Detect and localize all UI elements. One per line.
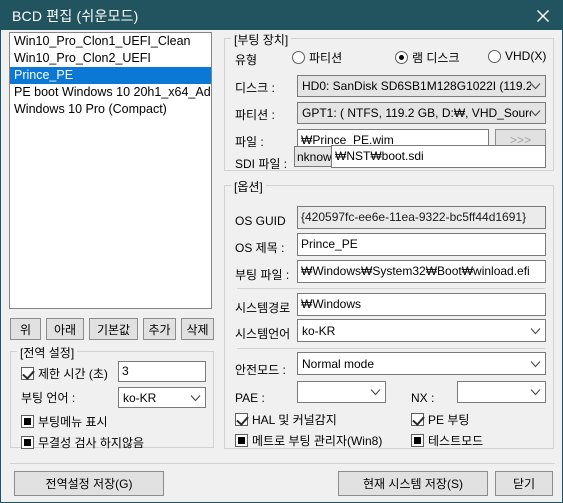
boot-file-input[interactable]: ₩Windows₩System32₩Boot₩winload.efi (297, 260, 546, 283)
safe-mode-select[interactable]: Normal mode (297, 352, 546, 375)
close-button[interactable] (522, 1, 562, 30)
list-item[interactable]: Windows 10 Pro (Compact) (10, 101, 211, 118)
partition-label: 파티션 : (235, 108, 275, 122)
checkbox-checked-icon (411, 413, 424, 426)
bcd-editor-window: BCD 편집 (쉬운모드) Win10_Pro_Clon1_UEFI_Clean… (0, 0, 563, 503)
chevron-down-icon (530, 110, 541, 117)
delete-entry-button[interactable]: 삭제 (181, 318, 214, 340)
radio-on-icon (395, 51, 408, 64)
list-item[interactable]: Win10_Pro_Clon1_UEFI_Clean (10, 33, 211, 50)
checkbox-square-icon (21, 436, 34, 449)
sdi-file-label: SDI 파일 : (235, 157, 288, 171)
disk-select[interactable]: HD0: SanDisk SD6SB1M128G1022I (119.2 GB,… (297, 75, 546, 97)
set-default-button[interactable]: 기본값 (89, 318, 138, 340)
global-settings-caption: [전역 설정] (17, 344, 78, 361)
chevron-down-icon (530, 389, 541, 396)
list-item[interactable]: PE boot Windows 10 20h1_x64_Admin (10, 84, 211, 101)
timeout-input[interactable]: 3 (118, 361, 206, 382)
options-divider-2 (237, 348, 545, 349)
os-guid-input[interactable]: {420597fc-ee6e-11ea-9322-bc5ff44d1691} (297, 206, 546, 229)
list-item[interactable]: Prince_PE (10, 67, 211, 84)
titlebar: BCD 편집 (쉬운모드) (1, 1, 562, 30)
show-boot-menu-label: 부팅메뉴 표시 (38, 415, 108, 429)
save-current-system-button[interactable]: 현재 시스템 저장(S) (338, 471, 488, 496)
checkbox-square-icon (235, 434, 248, 447)
timeout-label: 제한 시간 (초) (38, 367, 108, 381)
window-title: BCD 편집 (쉬운모드) (12, 8, 139, 24)
test-mode-label: 테스트모드 (428, 434, 484, 448)
type-vhd-radio[interactable]: VHD(X) (488, 49, 546, 63)
type-ramdisk-radio[interactable]: 램 디스크 (395, 49, 460, 66)
partition-value: GPT1: ( NTFS, 119.2 GB, D:₩, VHD_Source) (302, 106, 531, 120)
pe-boot-checkbox[interactable]: PE 부팅 (411, 411, 469, 428)
system-path-label: 시스템경로 (235, 301, 291, 315)
disk-label: 디스크 : (235, 81, 275, 95)
show-boot-menu-checkbox[interactable]: 부팅메뉴 표시 (21, 413, 108, 430)
type-vhd-label: VHD(X) (505, 49, 547, 63)
move-down-button[interactable]: 아래 (46, 318, 84, 340)
boot-language-select[interactable]: ko-KR (118, 387, 206, 408)
options-divider-1 (237, 288, 545, 289)
partition-select[interactable]: GPT1: ( NTFS, 119.2 GB, D:₩, VHD_Source) (297, 102, 546, 124)
os-title-label: OS 제목 : (235, 241, 285, 255)
close-dialog-button[interactable]: 닫기 (495, 471, 553, 496)
list-item[interactable]: Win10_Pro_Clon2_UEFI (10, 50, 211, 67)
radio-off-icon (292, 51, 305, 64)
checkbox-checked-icon (235, 413, 248, 426)
boot-language-label: 부팅 언어 : (21, 391, 76, 405)
type-partition-label: 파티션 (309, 51, 343, 65)
pae-label: PAE : (235, 391, 265, 405)
system-language-label: 시스템언어 (235, 327, 291, 341)
boot-device-caption: [부팅 장치] (231, 31, 292, 48)
pe-boot-label: PE 부팅 (428, 413, 470, 427)
file-label: 파일 : (235, 135, 264, 149)
os-title-input[interactable]: Prince_PE (297, 233, 546, 256)
nx-label: NX : (411, 391, 435, 405)
system-path-input[interactable]: ₩Windows (297, 293, 546, 316)
nx-select[interactable] (457, 381, 546, 403)
close-icon (536, 9, 550, 22)
timeout-checkbox[interactable]: 제한 시간 (초) (21, 365, 108, 382)
chevron-down-icon (530, 360, 541, 367)
chevron-down-icon (530, 83, 541, 90)
os-guid-label: OS GUID (235, 214, 286, 228)
disk-value: HD0: SanDisk SD6SB1M128G1022I (119.2 GB,… (302, 79, 531, 93)
hal-detect-label: HAL 및 커널감지 (252, 413, 337, 427)
boot-language-value: ko-KR (123, 390, 157, 405)
sdi-file-input[interactable]: ₩NST₩boot.sdi (331, 145, 546, 168)
pae-select[interactable] (297, 381, 386, 403)
boot-file-label: 부팅 파일 : (235, 268, 290, 282)
system-language-value: ko-KR (302, 323, 336, 338)
no-integrity-check-label: 무결성 검사 하지않음 (38, 436, 145, 450)
system-language-select[interactable]: ko-KR (297, 319, 546, 342)
metro-boot-manager-label: 메트로 부팅 관리자(Win8) (252, 434, 383, 448)
no-integrity-check-checkbox[interactable]: 무결성 검사 하지않음 (21, 434, 144, 451)
safe-mode-label: 안전모드 : (235, 363, 286, 377)
save-global-settings-button[interactable]: 전역설정 저장(G) (14, 471, 164, 496)
footer-divider (10, 463, 555, 464)
type-partition-radio[interactable]: 파티션 (292, 49, 342, 66)
metro-boot-manager-checkbox[interactable]: 메트로 부팅 관리자(Win8) (235, 432, 382, 449)
add-entry-button[interactable]: 추가 (143, 318, 176, 340)
radio-off-icon (488, 49, 501, 63)
hal-detect-checkbox[interactable]: HAL 및 커널감지 (235, 411, 337, 428)
device-type-label: 유형 (235, 53, 258, 67)
checkbox-square-icon (411, 434, 424, 447)
safe-mode-value: Normal mode (302, 356, 375, 371)
checkbox-checked-icon (21, 367, 34, 380)
chevron-down-icon (190, 394, 201, 401)
type-ramdisk-label: 램 디스크 (412, 51, 460, 65)
checkbox-square-icon (21, 415, 34, 428)
test-mode-checkbox[interactable]: 테스트모드 (411, 432, 483, 449)
chevron-down-icon (530, 327, 541, 334)
boot-entry-list[interactable]: Win10_Pro_Clon1_UEFI_Clean Win10_Pro_Clo… (9, 32, 212, 309)
move-up-button[interactable]: 위 (10, 318, 41, 340)
options-caption: [옵션] (231, 178, 266, 195)
chevron-down-icon (370, 389, 381, 396)
